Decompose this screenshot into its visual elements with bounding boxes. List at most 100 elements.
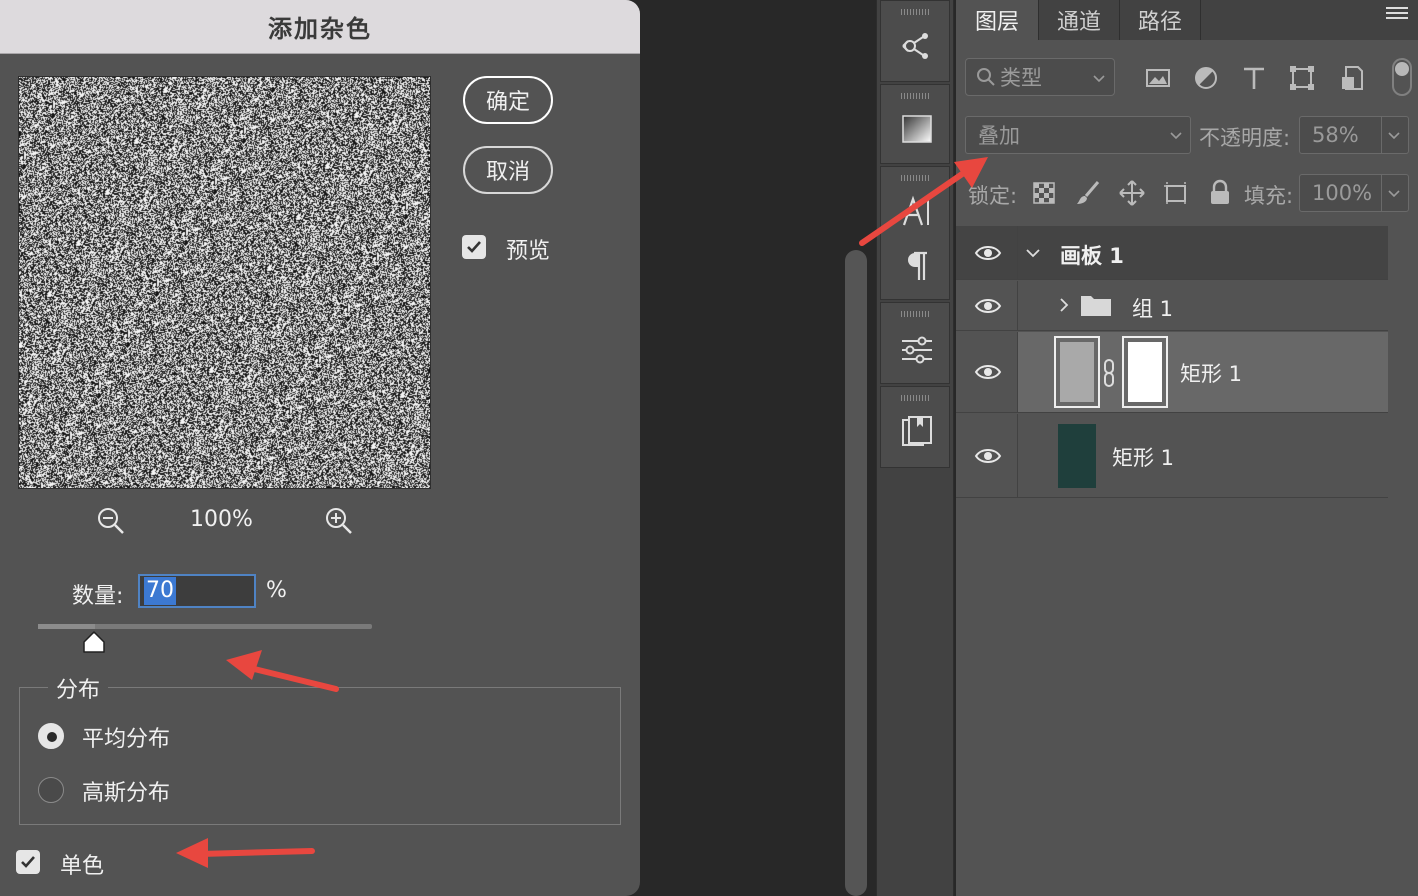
- mask-thumbnail: [1128, 342, 1162, 402]
- fill-input[interactable]: 100%: [1299, 174, 1409, 212]
- eye-icon[interactable]: [974, 446, 1002, 466]
- lock-transparent-pixels-icon[interactable]: [1030, 179, 1058, 207]
- paragraph-icon[interactable]: [900, 249, 934, 283]
- amount-slider-thumb[interactable]: [82, 630, 106, 654]
- share-icon[interactable]: [900, 29, 934, 63]
- layer-name: 矩形 1: [1180, 362, 1243, 386]
- layer-row-group[interactable]: 组 1: [956, 281, 1388, 331]
- filter-toggle[interactable]: [1392, 58, 1412, 96]
- amount-slider-fill: [38, 624, 95, 629]
- layer-name: 矩形 1: [1112, 446, 1175, 470]
- panel-grip[interactable]: [901, 395, 931, 401]
- folder-icon: [1081, 296, 1111, 316]
- lock-label: 锁定:: [968, 184, 1018, 208]
- layer-thumbnail-frame[interactable]: [1054, 336, 1100, 408]
- amount-slider-track[interactable]: [38, 624, 372, 629]
- amount-label: 数量:: [72, 584, 124, 609]
- panel-grip[interactable]: [901, 93, 931, 99]
- layer-name: 组 1: [1132, 297, 1174, 321]
- noise-preview-canvas: [19, 77, 430, 488]
- filter-type-icon[interactable]: [1240, 64, 1268, 92]
- lock-image-pixels-icon[interactable]: [1074, 179, 1102, 207]
- lock-all-icon[interactable]: [1206, 179, 1234, 207]
- layers-panel: 图层 通道 路径 类型 叠加 不透明度: 58% 锁定: 填充: 100% 画板…: [956, 0, 1418, 896]
- fill-label: 填充:: [1244, 184, 1294, 208]
- layer-name: 画板 1: [1060, 244, 1124, 268]
- noise-preview[interactable]: [18, 76, 431, 489]
- canvas-scrollbar[interactable]: [845, 250, 867, 896]
- lock-artboard-icon[interactable]: [1162, 179, 1190, 207]
- opacity-divider: [1381, 117, 1382, 153]
- layer-row-rect-base[interactable]: 矩形 1: [956, 414, 1388, 498]
- layer-thumbnail[interactable]: [1058, 424, 1096, 488]
- character-icon[interactable]: [900, 195, 934, 229]
- panel-grip[interactable]: [901, 9, 931, 15]
- layer-row-rect-noise[interactable]: 矩形 1: [956, 332, 1388, 413]
- mask-thumbnail-frame[interactable]: [1122, 336, 1168, 408]
- gradient-icon[interactable]: [900, 113, 934, 147]
- fill-value: 100%: [1312, 181, 1373, 205]
- history-icon[interactable]: [900, 415, 934, 449]
- panel-menu-icon[interactable]: [1386, 6, 1408, 20]
- eye-icon[interactable]: [974, 362, 1002, 382]
- gaussian-radio[interactable]: [38, 777, 64, 803]
- chevron-down-icon[interactable]: [1386, 185, 1402, 201]
- tool-group-type: [880, 166, 950, 300]
- add-noise-dialog: 添加杂色 确定 取消 预览 100% 数量: 70 % 分布 平均分布 高斯分布…: [0, 0, 640, 896]
- tool-group-gradients: [880, 84, 950, 164]
- chevron-down-icon[interactable]: [1386, 127, 1402, 143]
- tab-divider: [1200, 0, 1201, 40]
- search-icon: [977, 68, 995, 86]
- panel-grip[interactable]: [901, 175, 931, 181]
- amount-unit: %: [266, 578, 287, 603]
- opacity-input[interactable]: 58%: [1299, 116, 1409, 154]
- gaussian-label: 高斯分布: [82, 781, 171, 806]
- panel-grip[interactable]: [901, 311, 931, 317]
- amount-value: 70: [144, 577, 176, 605]
- ok-button[interactable]: 确定: [463, 76, 553, 124]
- filter-smart-object-icon[interactable]: [1338, 64, 1366, 92]
- lock-position-icon[interactable]: [1118, 179, 1146, 207]
- tab-layers[interactable]: 图层: [956, 0, 1038, 40]
- uniform-radio[interactable]: [38, 723, 64, 749]
- tab-channels[interactable]: 通道: [1039, 0, 1119, 40]
- visibility-column: [956, 281, 1018, 330]
- dialog-title: 添加杂色: [0, 0, 640, 54]
- blend-mode-value: 叠加: [978, 124, 1020, 148]
- visibility-column: [956, 226, 1018, 279]
- monochrome-label: 单色: [60, 854, 105, 879]
- link-icon[interactable]: [1100, 358, 1118, 388]
- tool-group-adjustments: [880, 302, 950, 384]
- cancel-button[interactable]: 取消: [463, 146, 553, 194]
- chevron-down-icon[interactable]: [1024, 244, 1042, 262]
- chevron-down-icon: [1170, 132, 1182, 140]
- visibility-column: [956, 414, 1018, 497]
- blend-mode-select[interactable]: 叠加: [965, 116, 1191, 154]
- layer-filter-value: 类型: [1000, 66, 1042, 90]
- layer-thumbnail: [1060, 342, 1094, 402]
- chevron-down-icon: [1093, 75, 1105, 83]
- tool-group-libraries: [880, 0, 950, 82]
- eye-icon[interactable]: [974, 243, 1002, 263]
- monochrome-checkbox[interactable]: [16, 850, 40, 874]
- chevron-right-icon[interactable]: [1056, 296, 1072, 314]
- layers-scroll-gutter: [1388, 226, 1418, 896]
- preview-checkbox[interactable]: [462, 235, 486, 259]
- tab-paths[interactable]: 路径: [1120, 0, 1200, 40]
- layer-row-artboard[interactable]: 画板 1: [956, 226, 1388, 280]
- checkmark-icon: [467, 241, 481, 253]
- zoom-in-icon[interactable]: [324, 506, 354, 536]
- layers-empty-area: [956, 498, 1388, 896]
- filter-adjustment-icon[interactable]: [1192, 64, 1220, 92]
- uniform-label: 平均分布: [82, 727, 171, 752]
- layer-filter-select[interactable]: 类型: [965, 58, 1115, 96]
- eye-icon[interactable]: [974, 296, 1002, 316]
- checkmark-icon: [21, 856, 35, 868]
- amount-input[interactable]: 70: [138, 574, 256, 608]
- zoom-out-icon[interactable]: [96, 506, 126, 536]
- preview-label: 预览: [506, 239, 551, 264]
- filter-pixel-icon[interactable]: [1144, 64, 1172, 92]
- filter-shape-icon[interactable]: [1288, 64, 1316, 92]
- properties-icon[interactable]: [900, 333, 934, 367]
- zoom-level: 100%: [190, 507, 253, 532]
